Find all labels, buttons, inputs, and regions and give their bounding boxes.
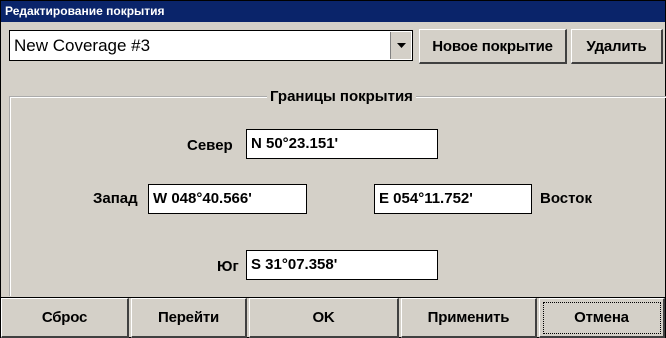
south-label: Юг [217, 258, 239, 275]
east-label: Восток [540, 190, 592, 207]
bottom-button-bar: Сброс Перейти OK Применить Отмена [1, 297, 665, 338]
west-field[interactable]: W 048°40.566' [148, 184, 307, 214]
reset-button[interactable]: Сброс [1, 298, 129, 338]
west-label: Запад [93, 190, 138, 207]
delete-button[interactable]: Удалить [571, 29, 663, 64]
coverage-bounds-title: Границы покрытия [267, 88, 416, 105]
coverage-select-value: New Coverage #3 [14, 36, 151, 55]
goto-button[interactable]: Перейти [131, 298, 247, 338]
cancel-button[interactable]: Отмена [539, 298, 665, 338]
north-field[interactable]: N 50°23.151' [246, 129, 438, 159]
window-title: Редактирование покрытия [1, 1, 665, 22]
chevron-down-icon[interactable] [390, 32, 411, 59]
apply-button[interactable]: Применить [401, 298, 537, 338]
south-field[interactable]: S 31°07.358' [246, 250, 438, 280]
north-label: Север [187, 137, 233, 154]
coverage-edit-window: Редактирование покрытия New Coverage #3 … [0, 0, 666, 338]
east-field[interactable]: E 054°11.752' [374, 184, 532, 214]
ok-button[interactable]: OK [249, 298, 399, 338]
new-coverage-button[interactable]: Новое покрытие [419, 29, 567, 64]
coverage-select[interactable]: New Coverage #3 [9, 30, 413, 61]
